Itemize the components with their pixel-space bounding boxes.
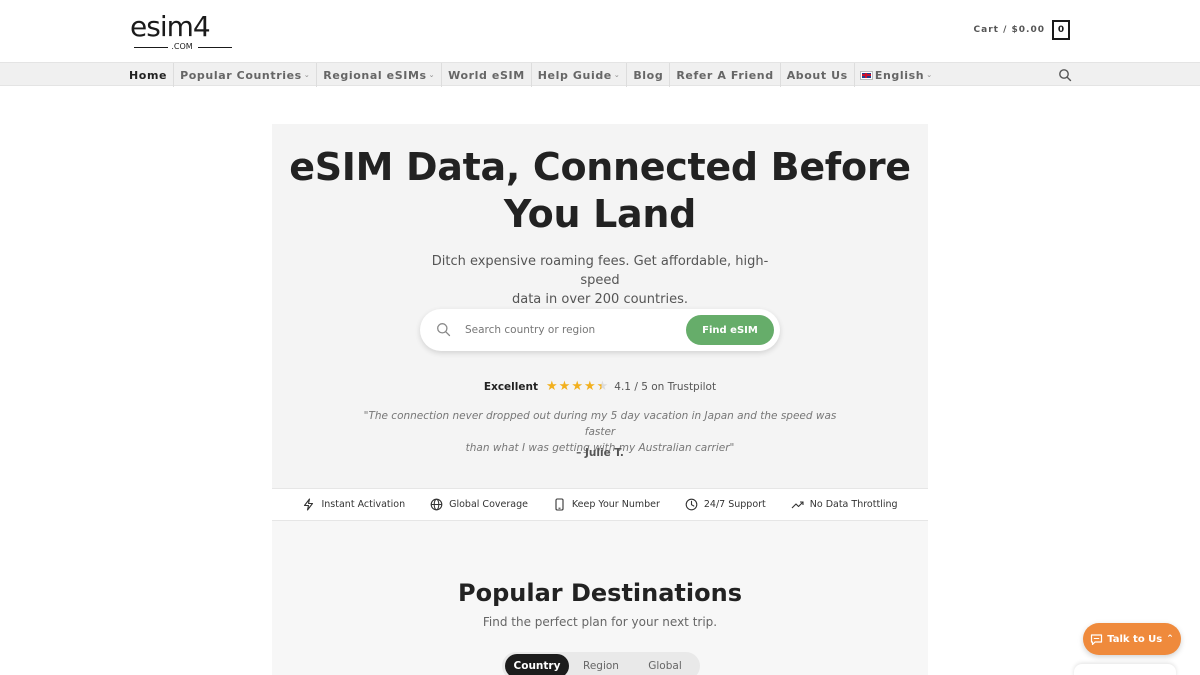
features-strip: Instant Activation Global Coverage Keep … xyxy=(272,488,928,521)
nav-item-popular-countries[interactable]: Popular Countries ⌄ xyxy=(174,63,318,87)
search-icon[interactable] xyxy=(1058,68,1072,82)
hero-title: eSIM Data, Connected Before You Land xyxy=(289,145,911,236)
site-logo[interactable]: esim4 .COM xyxy=(130,12,234,52)
chevron-up-icon: ⌃ xyxy=(1166,634,1174,644)
logo-subline: .COM xyxy=(130,42,234,52)
chat-icon xyxy=(1091,633,1103,645)
main-nav: Home Popular Countries ⌄ Regional eSIMs ⌄ … xyxy=(0,62,1200,87)
globe-icon xyxy=(430,498,443,511)
star-icon: ★ xyxy=(583,379,596,394)
trustpilot-rating[interactable]: Excellent ★ ★ ★ ★ ★ 4.1 / 5 on Trustpilo… xyxy=(272,380,928,393)
testimonial-author: – Julie T. xyxy=(576,447,624,459)
nav-item-refer-a-friend[interactable]: Refer A Friend xyxy=(670,63,781,87)
chevron-down-icon: ⌄ xyxy=(926,71,933,79)
section-subtitle: Find the perfect plan for your next trip… xyxy=(482,615,718,629)
language-selector[interactable]: English ⌄ xyxy=(855,63,939,87)
cart-count-badge: 0 xyxy=(1052,20,1070,40)
lightning-icon xyxy=(304,498,314,511)
clock-icon xyxy=(685,498,698,511)
rating-label: Excellent xyxy=(483,380,538,393)
nav-item-blog[interactable]: Blog xyxy=(627,63,671,87)
tab-country[interactable]: Country xyxy=(505,654,569,675)
star-icon: ★ xyxy=(571,379,583,394)
chat-panel-edge xyxy=(1074,664,1176,675)
rating-score-text: 4.1 / 5 on Trustpilot xyxy=(614,380,717,393)
cart-link[interactable]: Cart / $0.00 0 xyxy=(974,20,1070,40)
star-half-icon: ★ xyxy=(596,379,609,394)
star-icon: ★ xyxy=(558,379,571,394)
rating-stars: ★ ★ ★ ★ ★ xyxy=(546,380,608,393)
feature-instant-activation: Instant Activation xyxy=(302,498,405,511)
chevron-down-icon: ⌄ xyxy=(613,71,621,79)
hero-subtitle: Ditch expensive roaming fees. Get afford… xyxy=(431,254,769,307)
section-title: Popular Destinations xyxy=(458,579,742,607)
logo-wordmark: esim4 xyxy=(130,10,211,43)
hero-section: eSIM Data, Connected Before You Land Dit… xyxy=(272,124,928,488)
trend-up-icon xyxy=(791,501,804,509)
feature-global-coverage: Global Coverage xyxy=(430,498,528,511)
destination-search-input[interactable] xyxy=(465,319,665,341)
find-esim-button[interactable]: Find eSIM xyxy=(686,315,774,345)
feature-keep-your-number: Keep Your Number xyxy=(553,498,660,511)
site-header: esim4 .COM Cart / $0.00 0 xyxy=(0,0,1200,62)
phone-icon xyxy=(555,498,564,511)
chevron-down-icon: ⌄ xyxy=(428,71,436,79)
chevron-down-icon: ⌄ xyxy=(303,71,311,79)
feature-support: 24/7 Support xyxy=(685,498,766,511)
nav-item-regional-esims[interactable]: Regional eSIMs ⌄ xyxy=(317,63,443,87)
nav-item-about-us[interactable]: About Us xyxy=(781,63,855,87)
cart-total: Cart / $0.00 xyxy=(973,25,1045,35)
star-icon: ★ xyxy=(546,379,558,394)
nav-item-world-esim[interactable]: World eSIM xyxy=(442,63,532,87)
destination-search-bar: Find eSIM xyxy=(420,309,780,351)
feature-no-throttling: No Data Throttling xyxy=(791,498,898,511)
tab-global[interactable]: Global xyxy=(633,654,697,675)
nav-item-help-guide[interactable]: Help Guide ⌄ xyxy=(532,63,628,87)
uk-flag-icon xyxy=(859,70,873,80)
tab-region[interactable]: Region xyxy=(569,654,633,675)
destination-type-tabs: Country Region Global xyxy=(502,652,700,675)
nav-item-home[interactable]: Home xyxy=(129,63,175,87)
talk-to-us-button[interactable]: Talk to Us ⌃ xyxy=(1083,623,1181,655)
search-icon xyxy=(437,323,451,337)
popular-destinations-section: Popular Destinations Find the perfect pl… xyxy=(272,521,928,675)
